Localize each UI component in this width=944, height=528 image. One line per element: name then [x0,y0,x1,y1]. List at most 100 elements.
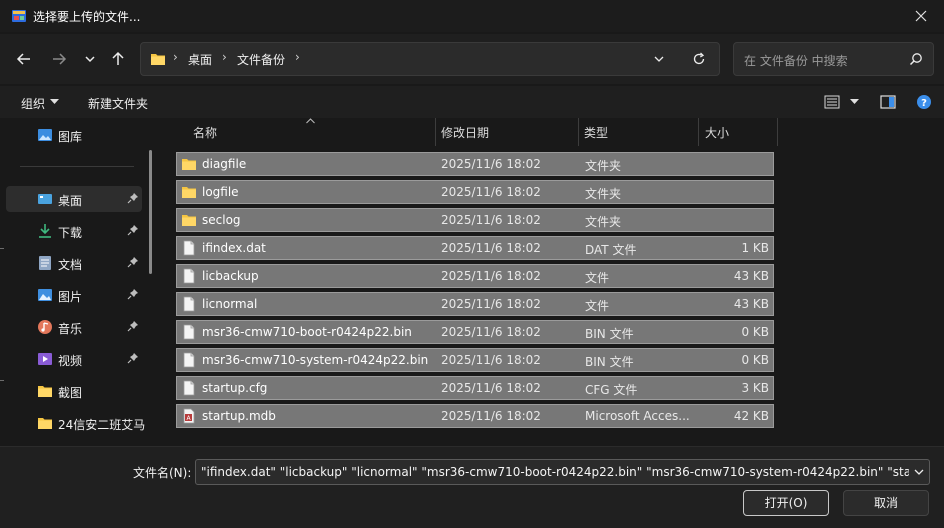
title-bar: 选择要上传的文件... [0,0,944,32]
file-type: Microsoft Acces... [585,409,690,423]
filename-input[interactable]: "ifindex.dat" "licbackup" "licnormal" "m… [195,459,930,485]
arrow-right-icon [53,53,67,65]
column-separator[interactable] [435,118,436,146]
column-header-type[interactable]: 类型 [584,124,608,141]
sidebar-item-desktop[interactable]: 桌面 [6,186,142,212]
search-input[interactable]: 在 文件备份 中搜索 [733,42,934,76]
pin-icon [127,321,138,332]
forward-button[interactable] [46,46,72,72]
file-icon [183,296,195,312]
folder-icon [182,159,196,170]
pin-icon [127,193,138,204]
file-row[interactable]: Astartup.mdb 2025/11/6 18:02 Microsoft Acc… [176,404,774,428]
folder-icon [182,187,196,198]
up-button[interactable] [105,46,131,72]
file-date: 2025/11/6 18:02 [441,269,541,283]
window-title: 选择要上传的文件... [33,10,141,24]
file-size: 43 KB [733,297,769,311]
sidebar-item-gallery[interactable]: 图库 [6,122,142,148]
new-folder-button[interactable]: 新建文件夹 [88,95,148,112]
file-row[interactable]: licbackup 2025/11/6 18:02 文件 43 KB [176,264,774,288]
sidebar-scrollbar[interactable] [149,150,152,274]
column-separator[interactable] [698,118,699,146]
address-bar[interactable]: › 桌面 › 文件备份 › [140,42,720,76]
breadcrumb-separator: › [173,50,178,64]
sidebar-item-screenshots[interactable]: 截图 [6,378,142,404]
pane-divider-mark [0,380,4,381]
sidebar-item-documents[interactable]: 文档 [6,250,142,276]
preview-pane-icon[interactable] [880,94,896,110]
organize-button[interactable]: 组织 [21,95,45,112]
sidebar-item-music[interactable]: 音乐 [6,314,142,340]
pin-icon [127,225,138,236]
pictures-icon [38,289,52,301]
view-details-icon[interactable] [824,94,840,110]
sidebar-item-label: 音乐 [58,322,83,336]
sidebar-item-label: 图库 [58,130,83,144]
chevron-down-icon[interactable] [913,466,925,478]
file-row[interactable]: logfile 2025/11/6 18:02 文件夹 [176,180,774,204]
file-row[interactable]: seclog 2025/11/6 18:02 文件夹 [176,208,774,232]
sidebar-item-videos[interactable]: 视频 [6,346,142,372]
file-name: msr36-cmw710-system-r0424p22.bin [202,353,429,367]
back-button[interactable] [11,46,37,72]
caret-down-icon[interactable] [850,99,859,105]
file-type: 文件 [585,271,610,285]
column-separator[interactable] [777,118,778,146]
file-size: 0 KB [741,325,769,339]
sidebar-item-label: 文档 [58,258,83,272]
recent-locations-button[interactable] [77,46,103,72]
file-type: 文件夹 [585,187,622,201]
file-date: 2025/11/6 18:02 [441,297,541,311]
file-row[interactable]: startup.cfg 2025/11/6 18:02 CFG 文件 3 KB [176,376,774,400]
cancel-button[interactable]: 取消 [843,490,929,516]
column-separator[interactable] [578,118,579,146]
sidebar-item-label: 图片 [58,290,83,304]
file-name: licnormal [202,297,258,311]
sidebar-item-label: 下载 [58,226,83,240]
file-type: DAT 文件 [585,243,637,257]
document-icon [39,256,51,270]
file-row[interactable]: msr36-cmw710-boot-r0424p22.bin 2025/11/6 … [176,320,774,344]
file-row[interactable]: msr36-cmw710-system-r0424p22.bin 2025/11/… [176,348,774,372]
close-button[interactable] [898,0,944,32]
sidebar-item-downloads[interactable]: 下载 [6,218,142,244]
open-button[interactable]: 打开(O) [743,490,829,516]
help-icon[interactable]: ? [916,94,932,110]
breadcrumb-item[interactable]: 文件备份 [237,51,285,68]
file-row[interactable]: ifindex.dat 2025/11/6 18:02 DAT 文件 1 KB [176,236,774,260]
file-size: 1 KB [741,241,769,255]
file-list: 名称 修改日期 类型 大小 diagfile 2025/11/6 18:02 文件夹… [162,118,944,446]
file-date: 2025/11/6 18:02 [441,241,541,255]
sidebar-item-pictures[interactable]: 图片 [6,282,142,308]
column-header-name[interactable]: 名称 [193,124,217,141]
file-row[interactable]: diagfile 2025/11/6 18:02 文件夹 [176,152,774,176]
sidebar-item-label: 桌面 [58,194,83,208]
close-icon [915,10,927,22]
column-header-size[interactable]: 大小 [705,124,729,141]
pin-icon [127,257,138,268]
breadcrumb-item[interactable]: 桌面 [188,51,212,68]
file-name: startup.mdb [202,409,276,423]
file-type: CFG 文件 [585,383,638,397]
access-file-icon: A [183,408,195,424]
file-row[interactable]: licnormal 2025/11/6 18:02 文件 43 KB [176,292,774,316]
file-type: 文件 [585,299,610,313]
column-header-date[interactable]: 修改日期 [441,124,489,141]
app-icon [12,10,26,22]
file-date: 2025/11/6 18:02 [441,381,541,395]
chevron-down-icon[interactable] [653,53,665,65]
file-name: ifindex.dat [202,241,266,255]
folder-icon [182,215,196,226]
refresh-icon[interactable] [692,52,706,66]
sidebar-item-label: 24信安二班艾马 [58,418,146,432]
pin-icon [127,353,138,364]
file-size: 3 KB [741,381,769,395]
navigation-bar: › 桌面 › 文件备份 › 在 文件备份 中搜索 [0,34,944,84]
file-name: licbackup [202,269,259,283]
filename-label: 文件名(N): [133,466,192,480]
file-name: diagfile [202,157,247,171]
sidebar-item-class-folder[interactable]: 24信安二班艾马 [6,410,146,436]
video-icon [38,353,52,365]
file-date: 2025/11/6 18:02 [441,325,541,339]
